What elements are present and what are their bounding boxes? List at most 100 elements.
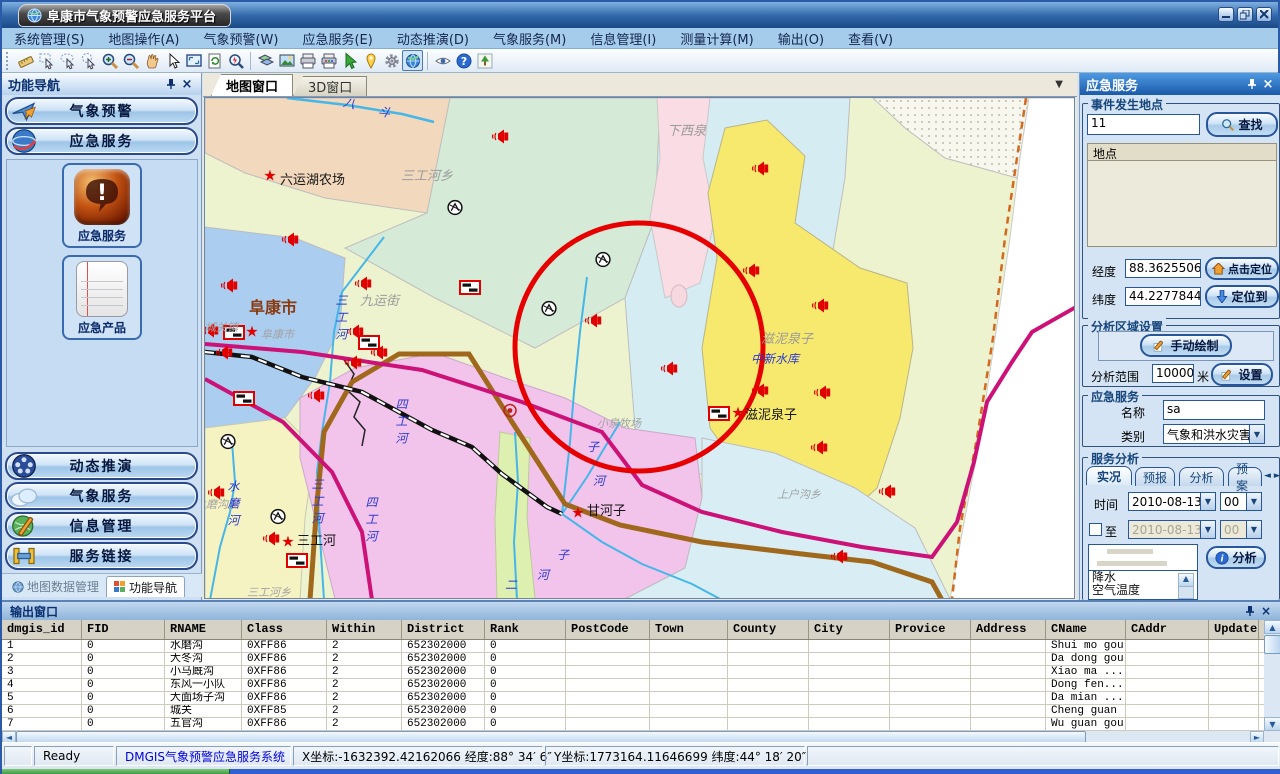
settings-gear-icon[interactable] — [381, 50, 402, 71]
ruler-icon[interactable] — [15, 50, 36, 71]
help-icon[interactable]: ? — [453, 50, 474, 71]
table-row[interactable]: 10水磨沟0XFF8626523020000Shui mo gou — [2, 640, 1264, 653]
tab-3d-window[interactable]: 3D窗口 — [293, 76, 367, 96]
output-table[interactable]: dmgis_idFIDRNAMEClassWithinDistrictRankP… — [2, 620, 1264, 731]
refresh-icon[interactable] — [204, 50, 225, 71]
locate-to-button[interactable]: 定位到 — [1205, 285, 1279, 308]
latitude-input[interactable]: 44.2277844 — [1125, 287, 1201, 306]
select-cursor-icon[interactable] — [78, 50, 99, 71]
image-export-icon[interactable] — [276, 50, 297, 71]
scroll-up-icon[interactable]: ▲ — [1264, 620, 1280, 634]
table-cell — [1209, 679, 1259, 691]
dropdown-arrow-icon[interactable]: ▼ — [1200, 493, 1215, 510]
os-taskbar[interactable] — [2, 769, 1280, 774]
nav-info-management[interactable]: 信息管理 — [5, 512, 198, 540]
globe-active-icon[interactable] — [402, 50, 423, 71]
longitude-input[interactable]: 88.3625506 — [1125, 259, 1201, 278]
start-button-sliver[interactable] — [2, 769, 230, 774]
table-cell — [650, 653, 728, 665]
table-row[interactable]: 30小马厩沟0XFF8626523020000Xiao ma ... — [2, 666, 1264, 679]
menu-item-3[interactable]: 应急服务(E) — [290, 29, 384, 48]
to-checkbox[interactable] — [1089, 523, 1102, 536]
table-row[interactable]: 70五官沟0XFF8626523020000Wu guan gou — [2, 718, 1264, 731]
tab-function-nav[interactable]: 功能导航 — [106, 576, 185, 597]
nav-dynamic-deduction[interactable]: 动态推演 — [5, 452, 198, 480]
close-icon[interactable]: × — [1260, 76, 1276, 92]
location-search-input[interactable]: 11 — [1087, 114, 1200, 135]
menu-item-0[interactable]: 系统管理(S) — [2, 29, 96, 48]
pan-hand-icon[interactable] — [141, 50, 162, 71]
dropdown-arrow-icon[interactable]: ▼ — [1246, 493, 1261, 510]
menu-item-5[interactable]: 气象服务(M) — [481, 29, 578, 48]
tab-map-window[interactable]: 地图窗口 — [211, 74, 293, 96]
zoom-out-icon[interactable] — [120, 50, 141, 71]
emergency-service-shortcut[interactable]: ! 应急服务 — [62, 163, 142, 248]
zoom-lens-icon[interactable] — [225, 50, 246, 71]
eye-icon[interactable] — [432, 50, 453, 71]
table-row[interactable]: 20大冬沟0XFF8626523020000Da dong gou — [2, 653, 1264, 666]
place-pin-icon[interactable] — [360, 50, 381, 71]
tab-plan[interactable]: 预案 — [1228, 467, 1262, 486]
listbox-scrollbar[interactable]: ▲ — [1178, 573, 1194, 599]
output-vertical-scrollbar[interactable]: ▲ ▼ — [1264, 620, 1280, 731]
manual-draw-button[interactable]: 手动绘制 — [1140, 334, 1232, 357]
nav-emergency-service[interactable]: 应急服务 — [5, 127, 198, 155]
pin-icon[interactable] — [1242, 603, 1258, 619]
green-pointer-icon[interactable] — [339, 50, 360, 71]
select-lasso-icon[interactable] — [57, 50, 78, 71]
analyze-button[interactable]: i 分析 — [1206, 546, 1266, 569]
nav-weather-service[interactable]: 气象服务 — [5, 482, 198, 510]
restore-button[interactable] — [1237, 7, 1253, 22]
full-extent-icon[interactable] — [183, 50, 204, 71]
nav-service-links[interactable]: 服务链接 — [5, 542, 198, 570]
menu-item-6[interactable]: 信息管理(I) — [578, 29, 668, 48]
menu-item-7[interactable]: 测量计算(M) — [668, 29, 765, 48]
toolbar-grip[interactable] — [6, 52, 11, 70]
table-row[interactable]: 40东风一小队0XFF8626523020000Dong fen... — [2, 679, 1264, 692]
print-icon[interactable] — [297, 50, 318, 71]
tabstrip-dropdown-icon[interactable]: ▼ — [1055, 79, 1063, 90]
date-dropdown-disabled[interactable]: 2010-08-13 ▼ — [1128, 520, 1216, 539]
emergency-product-shortcut[interactable]: 应急产品 — [62, 255, 142, 340]
table-row[interactable]: 60城关0XFF8526523020000Cheng guan — [2, 705, 1264, 718]
select-box-icon[interactable] — [36, 50, 57, 71]
tree-view-icon[interactable] — [474, 50, 495, 71]
find-button[interactable]: 查找 — [1206, 112, 1278, 137]
pin-icon[interactable] — [163, 76, 179, 92]
type-dropdown[interactable]: 气象和洪水灾害 ▼ — [1163, 424, 1265, 444]
print-color-icon[interactable] — [318, 50, 339, 71]
close-icon[interactable]: × — [1258, 603, 1274, 619]
menu-item-1[interactable]: 地图操作(A) — [96, 29, 191, 48]
table-row[interactable]: 50大面场子沟0XFF8626523020000Da mian ... — [2, 692, 1264, 705]
close-icon[interactable]: × — [179, 76, 195, 92]
hour-dropdown[interactable]: 00 ▼ — [1220, 492, 1262, 511]
analysis-range-input[interactable]: 10000 — [1152, 364, 1194, 383]
layers-icon[interactable] — [255, 50, 276, 71]
menu-item-2[interactable]: 气象预警(W) — [191, 29, 290, 48]
menu-item-9[interactable]: 查看(V) — [836, 29, 905, 48]
hour-dropdown-disabled[interactable]: 00 ▼ — [1220, 520, 1262, 539]
scroll-down-icon[interactable]: ▼ — [1264, 717, 1280, 731]
tab-analysis[interactable]: 分析 — [1179, 467, 1224, 486]
tab-scroll-arrows[interactable]: ◄ ► — [1264, 471, 1280, 481]
scrollbar-thumb[interactable] — [1264, 635, 1280, 654]
map-canvas[interactable]: ★★★★★ 八 斗六运湖农场三工河乡下西泉阜康市城关镇阜康市九运街滋泥泉子中新水… — [204, 97, 1075, 599]
dropdown-arrow-icon[interactable]: ▼ — [1249, 425, 1264, 443]
set-button[interactable]: 设置 — [1211, 363, 1273, 386]
scroll-up-icon[interactable]: ▲ — [1179, 574, 1193, 587]
menu-item-4[interactable]: 动态推演(D) — [385, 29, 481, 48]
tab-map-data-management[interactable]: 地图数据管理 — [5, 576, 106, 597]
date-dropdown[interactable]: 2010-08-13 ▼ — [1128, 492, 1216, 511]
pin-icon[interactable] — [1244, 76, 1260, 92]
pointer-icon[interactable] — [162, 50, 183, 71]
location-list[interactable] — [1087, 161, 1277, 247]
close-button[interactable] — [1256, 7, 1272, 22]
menu-item-8[interactable]: 输出(O) — [766, 29, 836, 48]
zoom-in-icon[interactable] — [99, 50, 120, 71]
minimize-button[interactable] — [1218, 7, 1234, 22]
click-locate-button[interactable]: 点击定位 — [1205, 257, 1279, 280]
tab-live[interactable]: 实况 — [1086, 466, 1132, 485]
tab-forecast[interactable]: 预报 — [1135, 467, 1175, 486]
name-input[interactable]: sa — [1163, 400, 1265, 420]
nav-weather-warning[interactable]: 气象预警 — [5, 97, 198, 125]
